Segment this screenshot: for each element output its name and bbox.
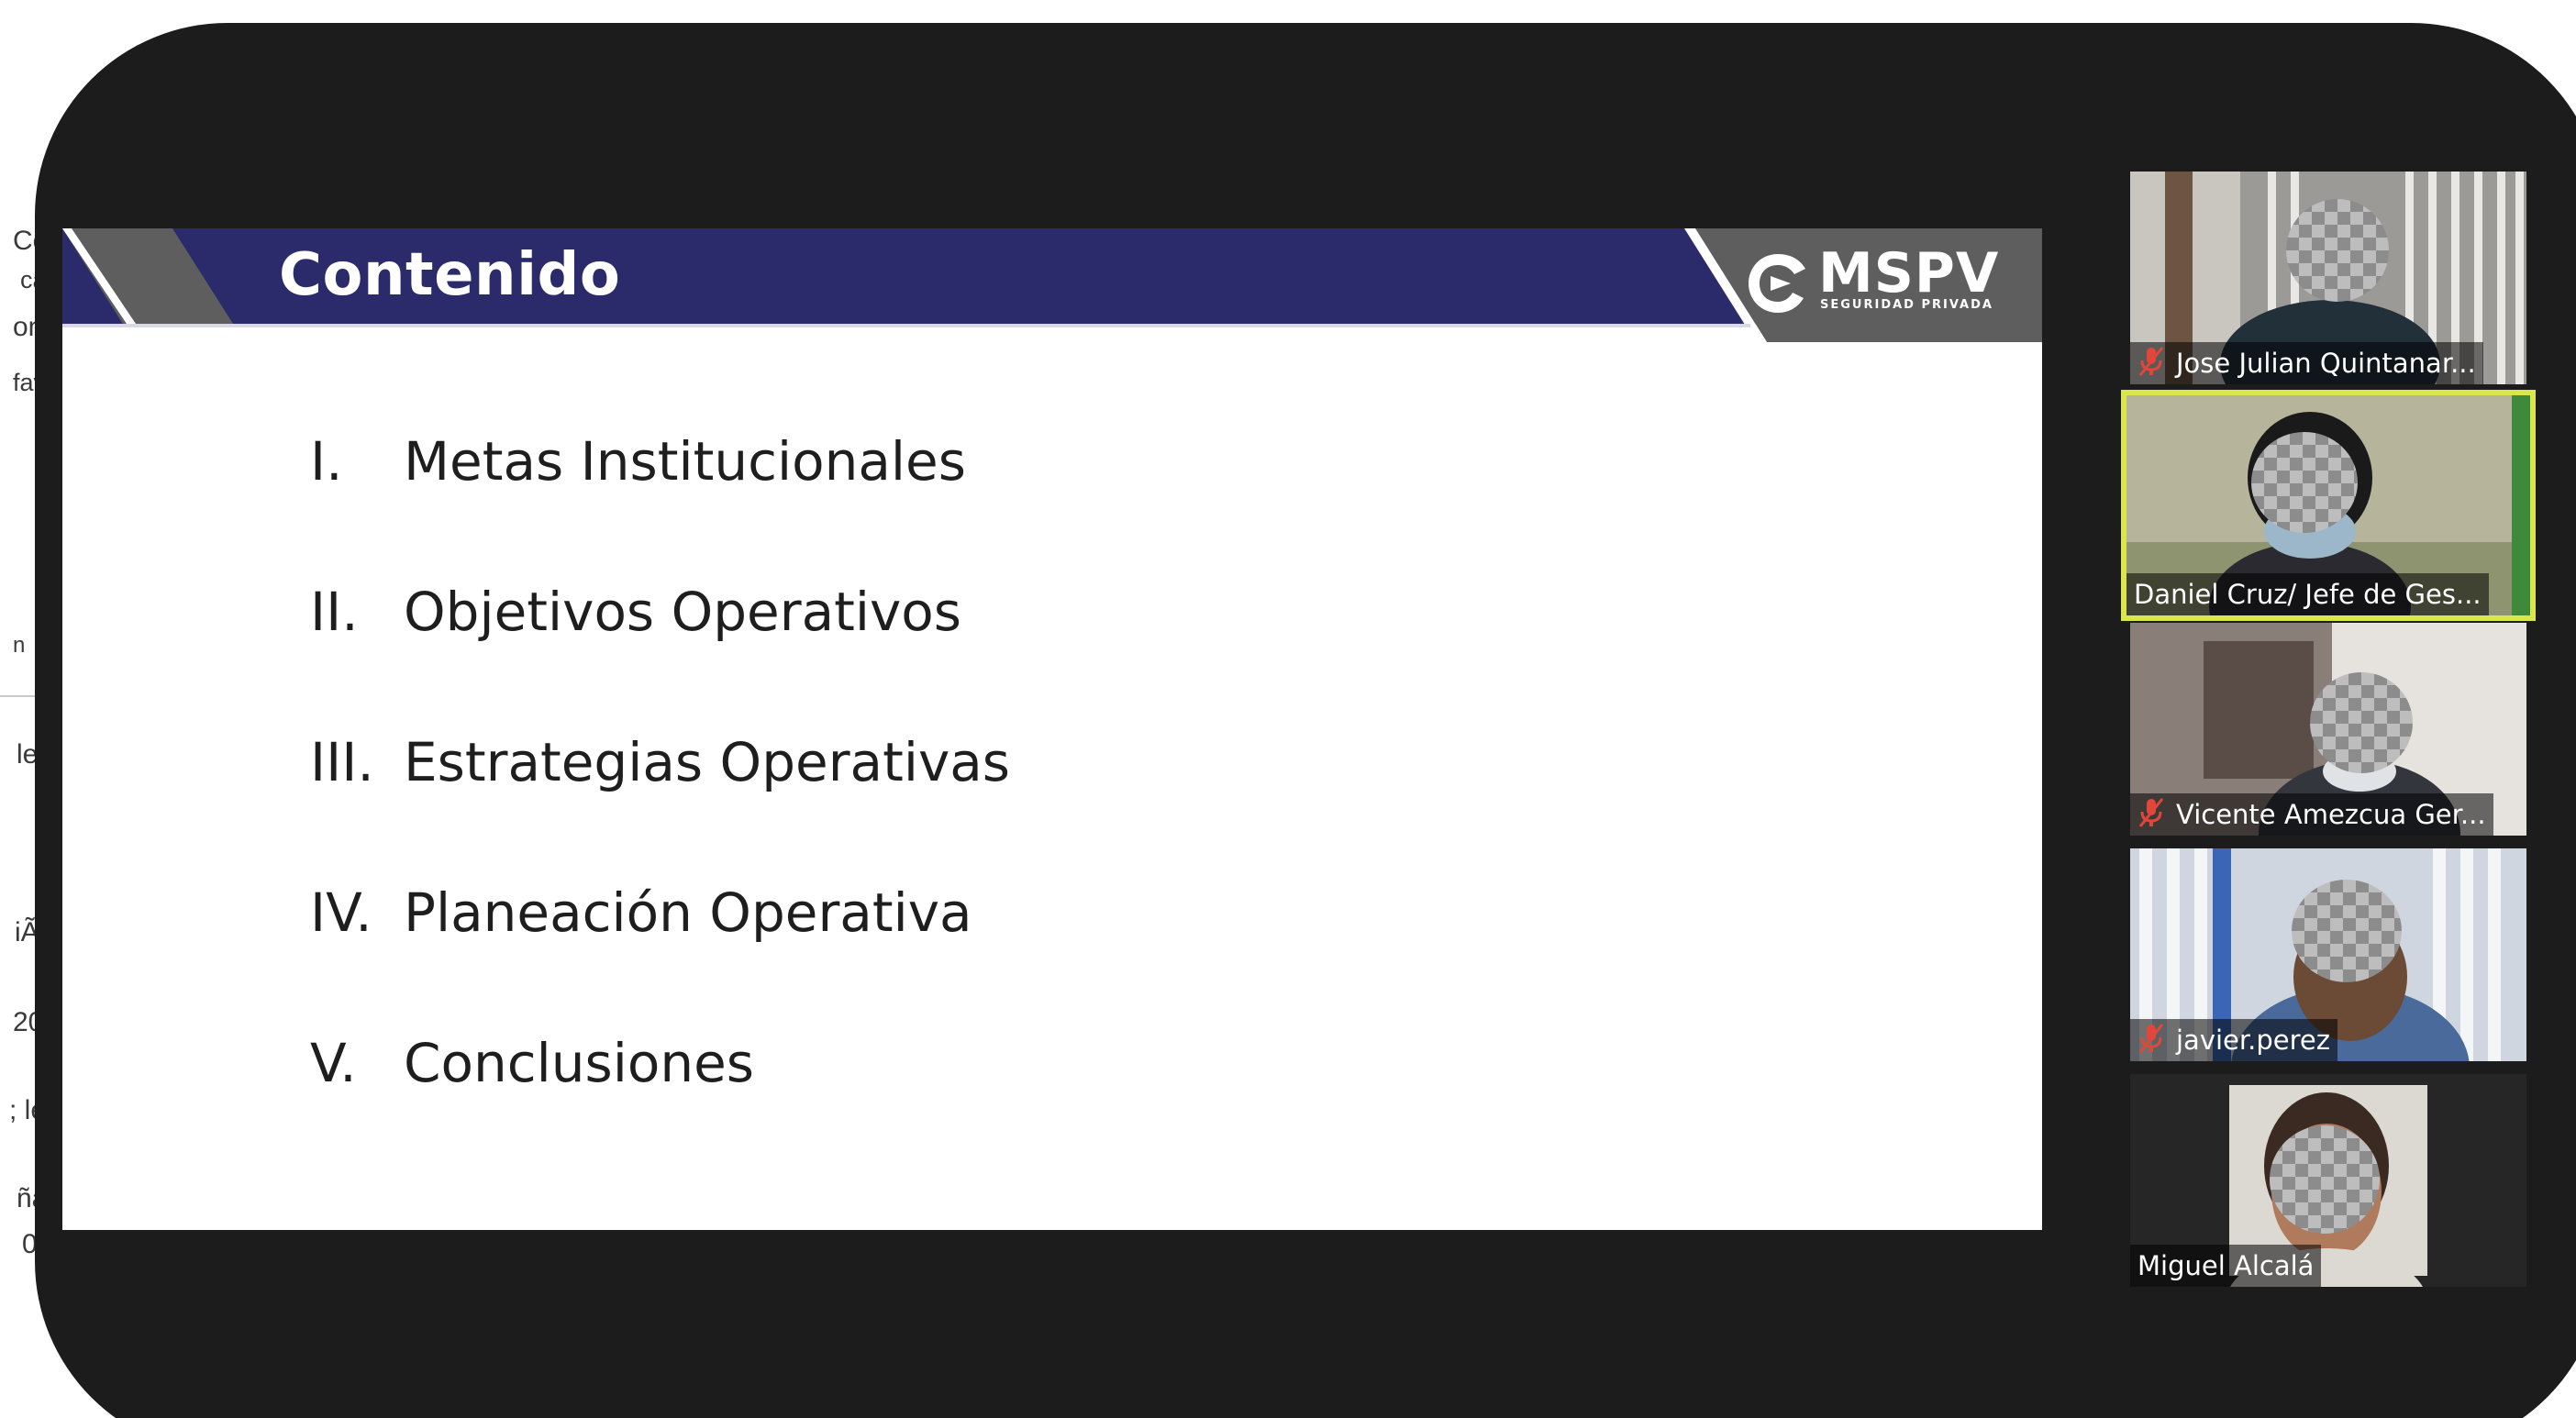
logo-tagline: SEGURIDAD PRIVADA bbox=[1820, 298, 1993, 312]
muted-microphone-icon bbox=[2138, 347, 2164, 376]
slide-title: Contenido bbox=[279, 241, 621, 309]
participant-video-tile[interactable]: Miguel Alcalá bbox=[2130, 1074, 2526, 1287]
participant-name: Jose Julian Quintanar... bbox=[2176, 348, 2476, 379]
slide-header: Contenido MSPV SEGURIDAD PRIVADA bbox=[62, 228, 2042, 342]
toc-item-number: I. bbox=[310, 430, 343, 493]
participant-name-bar: Miguel Alcalá bbox=[2130, 1245, 2322, 1287]
toc-item-number: V. bbox=[310, 1032, 357, 1094]
toc-item-number: IV. bbox=[310, 881, 372, 944]
toc-item-text: Objetivos Operativos bbox=[404, 581, 962, 643]
blurred-face bbox=[2310, 672, 2413, 773]
participant-video-tile[interactable]: javier.perez bbox=[2130, 848, 2526, 1061]
participant-name: Daniel Cruz/ Jefe de Ges... bbox=[2134, 579, 2482, 610]
participant-name-bar: javier.perez bbox=[2130, 1019, 2337, 1061]
blurred-face bbox=[2270, 1125, 2380, 1234]
participant-video-tile[interactable]: Jose Julian Quintanar... bbox=[2130, 172, 2526, 384]
blurred-face bbox=[2286, 199, 2389, 302]
muted-microphone-icon bbox=[2138, 798, 2164, 827]
participant-name-bar: Vicente Amezcua Ger... bbox=[2130, 793, 2493, 836]
meeting-window: Contenido MSPV SEGURIDAD PRIVADA I. Meta… bbox=[35, 23, 2576, 1418]
participant-name: Vicente Amezcua Ger... bbox=[2176, 799, 2486, 830]
shared-slide[interactable]: Contenido MSPV SEGURIDAD PRIVADA I. Meta… bbox=[62, 228, 2042, 1230]
toc-item-number: III. bbox=[310, 731, 374, 793]
participant-video-tile[interactable]: Vicente Amezcua Ger... bbox=[2130, 623, 2526, 836]
mspv-logo-icon bbox=[1749, 254, 1805, 313]
toc-item-number: II. bbox=[310, 581, 359, 643]
toc-item-text: Conclusiones bbox=[404, 1032, 754, 1094]
toc-item-text: Metas Institucionales bbox=[404, 430, 966, 493]
blurred-face bbox=[2251, 432, 2358, 533]
participant-name: javier.perez bbox=[2176, 1025, 2330, 1056]
participant-name: Miguel Alcalá bbox=[2137, 1250, 2315, 1281]
toc-item-text: Planeación Operativa bbox=[404, 881, 972, 944]
document-text-fragment: n bbox=[13, 633, 26, 658]
participant-name-bar: Jose Julian Quintanar... bbox=[2130, 342, 2483, 384]
blurred-face bbox=[2292, 880, 2402, 982]
muted-microphone-icon bbox=[2138, 1024, 2164, 1053]
participant-video-tile-active-speaker[interactable]: Daniel Cruz/ Jefe de Ges... bbox=[2121, 390, 2536, 621]
mspv-logo: MSPV SEGURIDAD PRIVADA bbox=[1743, 241, 2018, 322]
logo-wordmark: MSPV bbox=[1818, 241, 2000, 305]
toc-item-text: Estrategias Operativas bbox=[404, 731, 1011, 793]
participant-name-bar: Daniel Cruz/ Jefe de Ges... bbox=[2126, 573, 2489, 615]
